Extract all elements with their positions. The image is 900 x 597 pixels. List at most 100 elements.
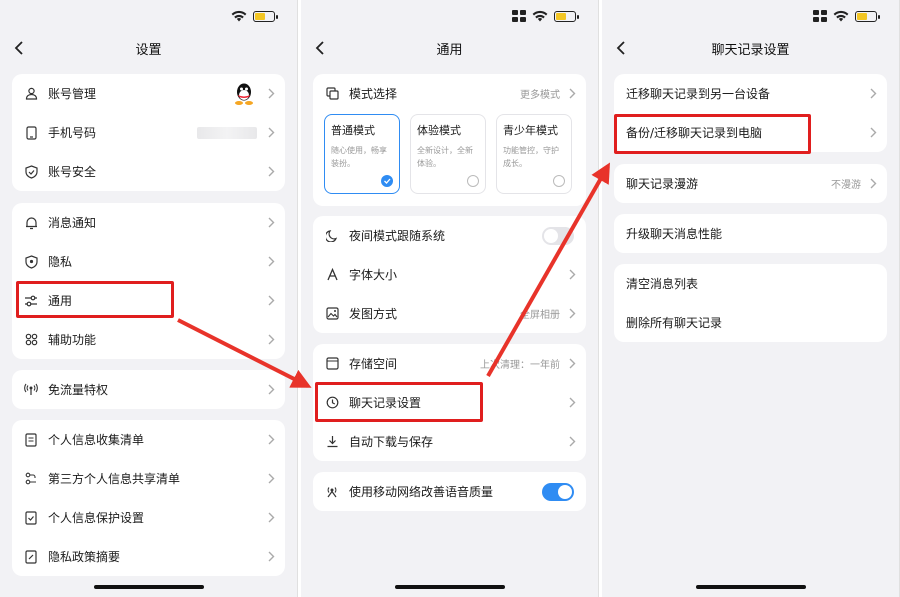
download-icon [325,435,339,449]
bell-icon [24,216,38,230]
radio-unchecked-icon [553,175,565,187]
privacy-icon [24,254,38,269]
chevron-right-icon [569,397,576,408]
battery-icon [253,10,278,22]
settings-item-phone[interactable]: 手机号码 [12,113,285,152]
wifi-icon [833,10,849,22]
account-group: 账号管理 手机号码 账号安全 [12,74,285,191]
settings-item-info-collection[interactable]: 个人信息收集清单 [12,420,285,459]
document-icon [24,432,38,447]
settings-item-privacy[interactable]: 隐私 [12,242,285,281]
moon-icon [325,229,339,243]
grid-icon [24,333,38,347]
settings-item-clear-list[interactable]: 清空消息列表 [614,264,887,303]
chevron-right-icon [569,436,576,447]
policy-icon [24,549,38,564]
settings-item-info-protection[interactable]: 个人信息保护设置 [12,498,285,537]
shield-icon [24,164,38,179]
mode-card-normal[interactable]: 普通模式 随心使用，畅享装扮。 [324,114,400,194]
chevron-right-icon [268,334,275,345]
settings-item-data-free[interactable]: 免流量特权 [12,370,285,409]
personal-info-group: 个人信息收集清单 第三方个人信息共享清单 个人信息保护设置 隐私政策摘要 [12,420,285,576]
mode-card-experience[interactable]: 体验模式 全新设计，全新体验。 [410,114,486,194]
chevron-right-icon [569,269,576,280]
settings-item-night-mode[interactable]: 夜间模式跟随系统 [313,216,586,255]
highlight-backup-pc [614,114,811,154]
radio-unchecked-icon [467,175,479,187]
signal-icon [24,383,38,397]
masked-phone-number [197,126,257,139]
share-icon [24,472,38,486]
chevron-right-icon [870,127,877,138]
settings-item-privacy-policy[interactable]: 隐私政策摘要 [12,537,285,576]
settings-item-storage[interactable]: 存储空间 上次清理：一年前 [313,344,586,383]
chevron-right-icon [268,127,275,138]
general-panel: 通用 模式选择 更多模式 普通模式 随心使用，畅享装扮。 体验模式 全新设计，全… [301,0,599,597]
wifi-icon [532,10,548,22]
roaming-group: 聊天记录漫游 不漫游 [614,164,887,203]
status-bar [231,8,278,24]
display-group: 夜间模式跟随系统 字体大小 发图方式 全屏相册 [313,216,586,333]
voice-quality-group: 使用移动网络改善语音质量 [313,472,586,511]
network-icon [325,485,339,499]
chevron-right-icon [268,166,275,177]
check-doc-icon [24,510,38,525]
settings-item-auto-download[interactable]: 自动下载与保存 [313,422,586,461]
more-modes-link[interactable]: 更多模式 [520,86,560,101]
settings-item-delete-all[interactable]: 删除所有聊天记录 [614,303,887,342]
copy-icon [325,87,339,101]
data-free-group: 免流量特权 [12,370,285,409]
mode-select-header: 模式选择 更多模式 [313,74,586,113]
settings-item-roaming[interactable]: 聊天记录漫游 不漫游 [614,164,887,203]
settings-item-third-party-sharing[interactable]: 第三方个人信息共享清单 [12,459,285,498]
settings-item-notifications[interactable]: 消息通知 [12,203,285,242]
page-title: 聊天记录设置 [711,42,790,58]
highlight-chat-history [315,382,483,422]
settings-item-account-security[interactable]: 账号安全 [12,152,285,191]
chevron-right-icon [268,256,275,267]
chat-history-panel: 聊天记录设置 迁移聊天记录到另一台设备 备份/迁移聊天记录到电脑 聊天记录漫游 … [602,0,900,597]
chevron-right-icon [569,88,576,99]
storage-icon [325,357,339,371]
back-icon[interactable] [612,38,632,58]
settings-item-image-send[interactable]: 发图方式 全屏相册 [313,294,586,333]
settings-panel: 设置 账号管理 手机号码 账号安全 消息通知 隐私 通用 辅助功能 免流量特权 … [0,0,298,597]
signal-dots-icon [813,10,827,22]
chevron-right-icon [870,88,877,99]
settings-item-accessibility[interactable]: 辅助功能 [12,320,285,359]
battery-icon [855,10,880,22]
night-mode-toggle[interactable] [542,227,574,245]
chevron-right-icon [268,512,275,523]
settings-item-voice-quality[interactable]: 使用移动网络改善语音质量 [313,472,586,511]
chevron-right-icon [268,384,275,395]
phone-icon [24,125,38,140]
clear-group: 清空消息列表 删除所有聊天记录 [614,264,887,342]
user-icon [24,87,38,101]
chevron-right-icon [268,551,275,562]
voice-quality-toggle[interactable] [542,483,574,501]
chevron-right-icon [268,473,275,484]
performance-group: 升级聊天消息性能 [614,214,887,253]
home-indicator [93,585,204,589]
chevron-right-icon [268,295,275,306]
chevron-right-icon [268,434,275,445]
chevron-right-icon [870,178,877,189]
wifi-icon [231,10,247,22]
back-icon[interactable] [10,38,30,58]
home-indicator [394,585,505,589]
settings-item-account[interactable]: 账号管理 [12,74,285,113]
qq-avatar-icon [233,82,255,106]
radio-checked-icon [381,175,393,187]
highlight-general [16,281,174,318]
home-indicator [695,585,806,589]
settings-item-migrate-device[interactable]: 迁移聊天记录到另一台设备 [614,74,887,113]
status-bar [512,8,579,24]
chevron-right-icon [268,217,275,228]
signal-dots-icon [512,10,526,22]
settings-item-font-size[interactable]: 字体大小 [313,255,586,294]
chevron-right-icon [569,308,576,319]
back-icon[interactable] [311,38,331,58]
settings-item-upgrade-performance[interactable]: 升级聊天消息性能 [614,214,887,253]
font-icon [325,268,339,282]
mode-card-teen[interactable]: 青少年模式 功能管控，守护成长。 [496,114,572,194]
